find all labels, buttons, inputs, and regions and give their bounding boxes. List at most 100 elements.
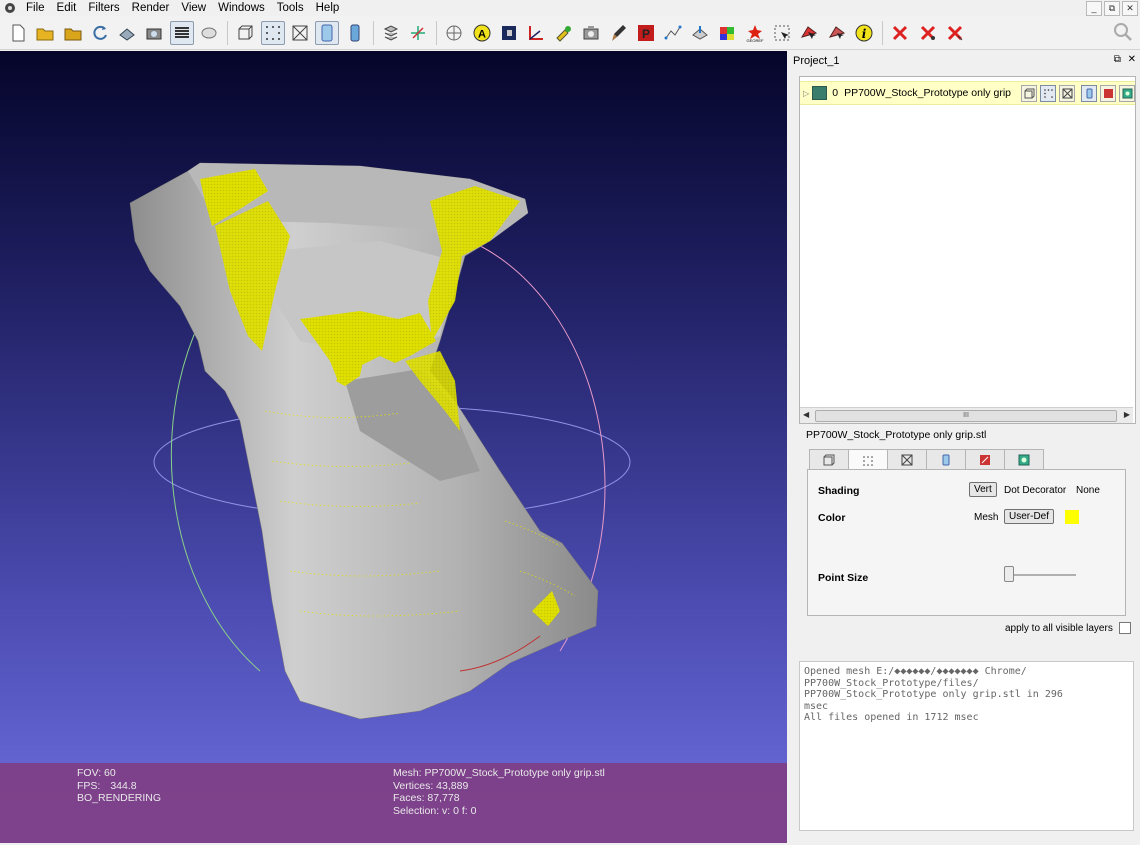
wire-toggle-icon[interactable]	[1059, 84, 1075, 102]
select-icon[interactable]	[552, 21, 576, 45]
selection-count: Selection: v: 0 f: 0	[393, 804, 477, 817]
layer-name[interactable]: PP700W_Stock_Prototype only grip	[844, 87, 1011, 99]
tab-decorators[interactable]	[1004, 449, 1044, 470]
faces-count: Faces: 87,778	[393, 792, 460, 804]
mesh-layer-icon[interactable]	[379, 21, 403, 45]
bbox-icon[interactable]	[233, 21, 257, 45]
georef-icon[interactable]: GEOREF	[743, 21, 767, 45]
points-icon[interactable]	[260, 20, 285, 45]
select-face-icon[interactable]	[797, 21, 821, 45]
measure-icon[interactable]	[524, 21, 548, 45]
open-icon[interactable]	[33, 21, 57, 45]
scroll-thumb[interactable]: III	[815, 410, 1117, 422]
shading-label: Shading	[818, 485, 860, 497]
layer-index: 0	[832, 87, 839, 99]
open-project-icon[interactable]	[61, 21, 85, 45]
layer-row[interactable]: ▷ 0 PP700W_Stock_Prototype only grip	[800, 81, 1135, 105]
decorator-toggle-icon[interactable]	[1119, 84, 1135, 102]
menu-render[interactable]: Render	[127, 0, 177, 16]
snapshot-icon[interactable]	[142, 21, 166, 45]
close-icon[interactable]: ✕	[1128, 54, 1136, 65]
annotation-icon[interactable]: A	[470, 21, 494, 45]
flat-icon[interactable]	[197, 21, 221, 45]
smooth-icon[interactable]	[315, 20, 340, 45]
color-mesh-option[interactable]: Mesh	[974, 512, 998, 523]
delete-vertices-icon[interactable]	[916, 21, 940, 45]
point-size-label: Point Size	[818, 572, 869, 584]
axis-icon[interactable]	[406, 21, 430, 45]
fov-readout: FOV: 60	[77, 767, 116, 779]
reload-icon[interactable]	[88, 21, 112, 45]
main-toolbar: A P GEOREF i	[0, 16, 1140, 50]
texture-toggle-icon[interactable]	[1100, 84, 1116, 102]
bbox-toggle-icon[interactable]	[1021, 84, 1037, 102]
color-user-def-button[interactable]: User-Def	[1004, 509, 1055, 524]
shading-none-option[interactable]: None	[1076, 485, 1100, 496]
menu-tools[interactable]: Tools	[272, 0, 311, 16]
delete-all-icon[interactable]	[943, 21, 967, 45]
menu-edit[interactable]: Edit	[52, 0, 84, 16]
texture-icon[interactable]	[343, 21, 367, 45]
tab-points[interactable]	[848, 449, 888, 471]
svg-text:P: P	[642, 27, 650, 41]
point-size-slider-track[interactable]	[1004, 574, 1076, 576]
float-icon[interactable]: ⧉	[1114, 54, 1121, 65]
layer-list: ▷ 0 PP700W_Stock_Prototype only grip ◀ I…	[799, 76, 1136, 424]
import-icon[interactable]	[115, 21, 139, 45]
pickpoints-icon[interactable]: P	[634, 21, 658, 45]
select-vertex-icon[interactable]	[770, 21, 794, 45]
menu-bar: File Edit Filters Render View Windows To…	[0, 0, 1140, 16]
smooth-toggle-icon[interactable]	[1081, 84, 1097, 102]
scroll-right-icon[interactable]: ▶	[1124, 410, 1130, 419]
wire-icon[interactable]	[288, 21, 312, 45]
tab-bbox[interactable]	[809, 449, 849, 470]
restore-button[interactable]: ⧉	[1104, 1, 1120, 16]
dock-buttons: ⧉ ✕	[1114, 54, 1136, 65]
vertices-count: Vertices: 43,889	[393, 779, 469, 792]
shading-vert-button[interactable]: Vert	[969, 482, 997, 497]
meshlab-logo-icon	[3, 1, 17, 15]
scroll-left-icon[interactable]: ◀	[803, 410, 809, 419]
toolbar-separator	[882, 20, 884, 45]
trackball-icon[interactable]	[442, 21, 466, 45]
delete-faces-icon[interactable]	[888, 21, 912, 45]
fps-readout: FPS: 344.8	[77, 779, 137, 792]
menu-help[interactable]: Help	[311, 0, 347, 16]
expand-arrow-icon[interactable]: ▷	[803, 89, 809, 98]
log-line: PP700W_Stock_Prototype/files/	[804, 677, 979, 689]
manipulator-icon[interactable]	[688, 21, 712, 45]
menu-windows[interactable]: Windows	[213, 0, 272, 16]
point-size-slider[interactable]	[1003, 566, 1014, 582]
layers-icon[interactable]	[169, 20, 194, 45]
render-stats: FOV: 60 FPS: 344.8 BO_RENDERING	[77, 767, 161, 805]
search-icon[interactable]	[1112, 21, 1134, 43]
tab-texture[interactable]	[965, 449, 1005, 470]
apply-all-row: apply to all visible layers	[1005, 622, 1131, 634]
camera-icon[interactable]	[579, 21, 603, 45]
menu-file[interactable]: File	[21, 0, 52, 16]
tab-solid[interactable]	[926, 449, 966, 470]
align-icon[interactable]	[661, 21, 685, 45]
apply-all-checkbox[interactable]	[1118, 622, 1131, 634]
paint-icon[interactable]	[606, 21, 630, 45]
menu-filters[interactable]: Filters	[83, 0, 126, 16]
select-conn-icon[interactable]	[825, 21, 849, 45]
new-icon[interactable]	[6, 21, 30, 45]
3d-viewport[interactable]: FOV: 60 FPS: 344.8 BO_RENDERING Mesh: PP7…	[0, 51, 787, 843]
tab-wire[interactable]	[887, 449, 927, 470]
viewport-info-bar: FOV: 60 FPS: 344.8 BO_RENDERING Mesh: PP7…	[0, 763, 787, 843]
info-icon[interactable]: i	[852, 21, 876, 45]
layer-scrollbar[interactable]: ◀ III ▶	[800, 407, 1133, 423]
svg-text:A: A	[478, 28, 486, 40]
close-button[interactable]: ✕	[1122, 1, 1138, 16]
mesh-visible-icon[interactable]	[812, 86, 828, 100]
minimize-button[interactable]: _	[1086, 1, 1102, 16]
color-swatch[interactable]	[1065, 510, 1079, 524]
points-toggle-icon[interactable]	[1040, 84, 1056, 102]
raster-icon[interactable]	[497, 21, 521, 45]
toolbar-separator	[372, 20, 374, 45]
color-icon[interactable]	[715, 21, 739, 45]
window-controls: _ ⧉ ✕	[1086, 1, 1138, 16]
menu-view[interactable]: View	[176, 0, 213, 16]
shading-dot-decorator-option[interactable]: Dot Decorator	[1004, 485, 1066, 496]
